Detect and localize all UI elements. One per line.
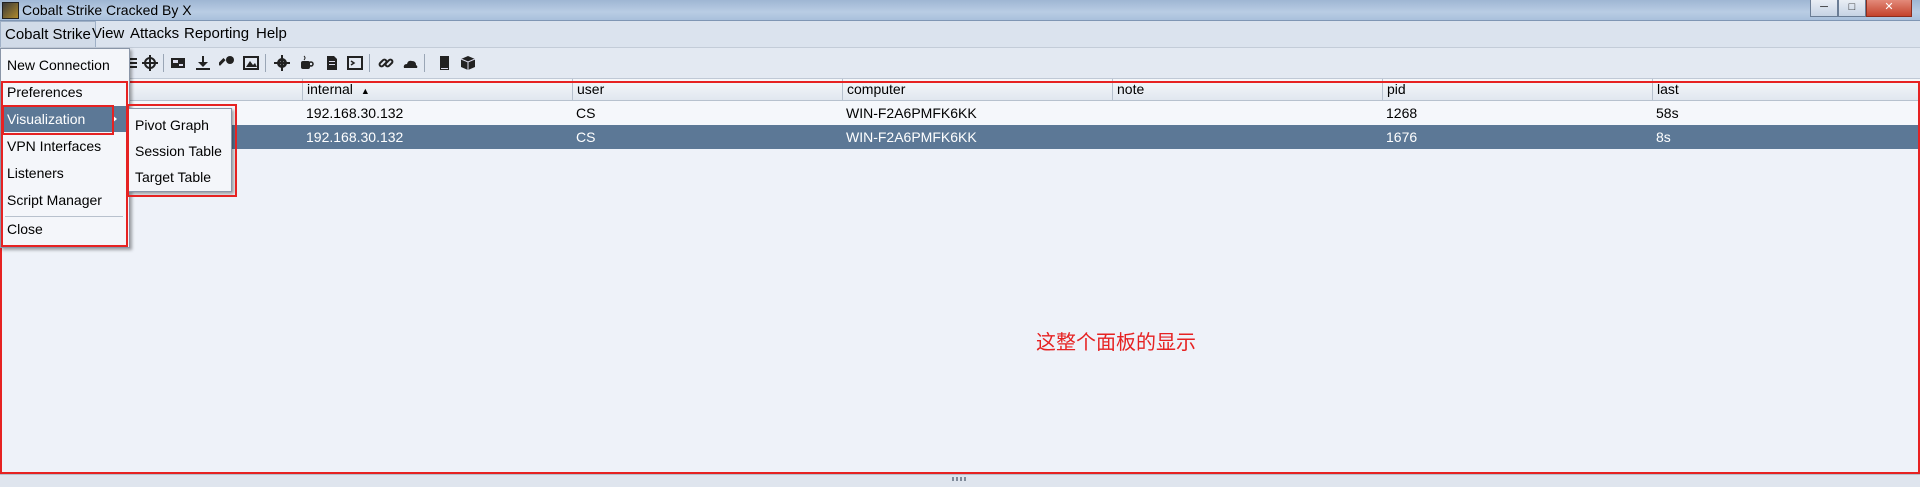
status-bar [0,474,1920,487]
console-icon[interactable] [347,55,363,71]
annotation-submenu-box [127,104,237,197]
image-icon[interactable] [243,55,259,71]
window-controls: ─ □ ✕ [1810,0,1912,18]
menu-attacks[interactable]: Attacks [126,21,183,47]
cube-icon[interactable] [460,55,476,71]
coffee-icon[interactable] [299,55,315,71]
menu-bar: Cobalt Strike View Attacks Reporting Hel… [0,21,1920,48]
toolbar-separator [369,54,370,72]
screenshot-icon[interactable] [170,55,186,71]
resize-grip-icon[interactable] [952,477,968,481]
menu-cobalt-strike[interactable]: Cobalt Strike [0,21,96,47]
download-icon[interactable] [195,55,211,71]
annotation-text: 这整个面板的显示 [1036,332,1196,354]
menu-reporting[interactable]: Reporting [180,21,253,47]
app-icon [2,2,19,19]
gear-icon[interactable] [274,55,290,71]
annotation-visualization-box [2,105,114,135]
window-title: Cobalt Strike Cracked By X [22,2,192,18]
document-icon[interactable] [324,55,340,71]
annotation-panel-box [0,81,1920,474]
title-bar: Cobalt Strike Cracked By X ─ □ ✕ [0,0,1920,21]
toolbar-separator [424,54,425,72]
cloud-icon[interactable] [402,55,418,71]
crosshair-icon[interactable] [142,55,158,71]
menu-view[interactable]: View [88,21,128,47]
menu-help[interactable]: Help [252,21,291,47]
key-icon[interactable] [219,55,235,71]
minimize-button[interactable]: ─ [1810,0,1838,17]
maximize-button[interactable]: □ [1838,0,1866,17]
toolbar [0,48,1920,79]
toolbar-separator [265,54,266,72]
book-icon[interactable] [436,55,452,71]
menu-item-new-connection[interactable]: New Connection [1,52,127,78]
toolbar-separator [163,54,164,72]
link-icon[interactable] [378,55,394,71]
close-window-button[interactable]: ✕ [1866,0,1912,17]
